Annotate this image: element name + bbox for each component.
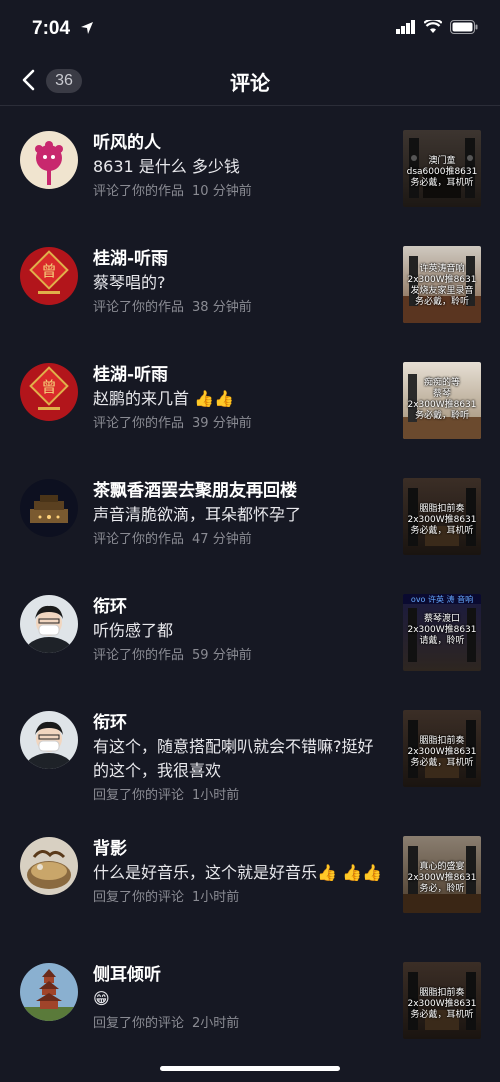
- thumbs-up-icon: 👍: [317, 863, 337, 882]
- avatar[interactable]: [20, 963, 78, 1021]
- comment-list: 听风的人 8631 是什么 多少钱 评论了你的作品 10 分钟前 澳门童 dsa6…: [0, 107, 500, 1055]
- video-thumbnail[interactable]: 澳门童 dsa6000推8631 务必戴，耳机听: [403, 130, 481, 207]
- list-item[interactable]: 衔环 听伤感了都 评论了你的作品 59 分钟前 ovo 许英 涛 音响 蔡琴渡口 …: [0, 571, 500, 687]
- action-text: 评论了你的作品: [93, 184, 185, 199]
- video-thumbnail[interactable]: 胭脂扣前奏 2x300W推8631 务必戴，耳机听: [403, 478, 481, 555]
- avatar[interactable]: [20, 711, 78, 769]
- timestamp: 39 分钟前: [192, 416, 252, 431]
- comment-text: 有这个，随意搭配喇叭就会不错嘛?挺好的这个，我很喜欢: [93, 737, 374, 780]
- username[interactable]: 侧耳倾听: [93, 963, 388, 987]
- comment-text: 声音清脆欲滴，耳朵都怀孕了: [93, 505, 302, 524]
- username[interactable]: 听风的人: [93, 131, 388, 155]
- video-thumbnail[interactable]: ovo 许英 涛 音响 蔡琴渡口 2x300W推8631 请戴，聆听: [403, 594, 481, 671]
- username[interactable]: 衔环: [93, 595, 388, 619]
- page-title: 评论: [230, 71, 270, 95]
- thumbs-up-icon: 👍: [194, 389, 215, 408]
- video-thumbnail[interactable]: 痴痴的等 蔡琴 2x300W推8631 务必戴，聆听: [403, 362, 481, 439]
- status-time: 7:04: [32, 18, 71, 39]
- username[interactable]: 茶飘香酒罢去聚朋友再回楼: [93, 479, 388, 503]
- timestamp: 59 分钟前: [192, 648, 252, 663]
- comment-text: 蔡琴唱的?: [93, 273, 166, 292]
- thumbs-up-icon: 👍: [214, 389, 234, 408]
- avatar[interactable]: [20, 131, 78, 189]
- list-item[interactable]: 侧耳倾听 😁 回复了你的评论 2小时前 胭脂扣前奏 2x300W推8631 务必戴…: [0, 939, 500, 1055]
- location-arrow-icon: [81, 22, 93, 34]
- thumbnail-caption: 真心的盛宴 2x300W推8631 务必，聆听: [407, 862, 477, 894]
- list-item[interactable]: 曾 桂湖-听雨 蔡琴唱的? 评论了你的作品 38 分钟前 许英涛音响 2x300W…: [0, 223, 500, 339]
- username[interactable]: 桂湖-听雨: [93, 363, 388, 387]
- username[interactable]: 桂湖-听雨: [93, 247, 388, 271]
- list-item[interactable]: 听风的人 8631 是什么 多少钱 评论了你的作品 10 分钟前 澳门童 dsa6…: [0, 107, 500, 223]
- thumbnail-caption: 痴痴的等 蔡琴 2x300W推8631 务必戴，聆听: [407, 378, 477, 421]
- svg-text:曾: 曾: [41, 262, 56, 280]
- battery-icon: [450, 20, 478, 34]
- video-thumbnail[interactable]: 许英涛音响 2x300W推8631 发烧友家里录音 务必戴，聆听: [403, 246, 481, 323]
- username[interactable]: 衔环: [93, 711, 388, 735]
- header: 36 评论: [0, 56, 500, 106]
- avatar[interactable]: [20, 837, 78, 895]
- timestamp: 38 分钟前: [192, 300, 252, 315]
- status-bar: 7:04: [0, 0, 500, 56]
- video-thumbnail[interactable]: 真心的盛宴 2x300W推8631 务必，聆听: [403, 836, 481, 913]
- avatar[interactable]: [20, 595, 78, 653]
- thumbs-up-icon: 👍: [342, 863, 362, 882]
- action-text: 评论了你的作品: [93, 648, 185, 663]
- action-text: 评论了你的作品: [93, 532, 185, 547]
- svg-text:ovo 许英 涛 音响: ovo 许英 涛 音响: [411, 594, 473, 604]
- home-indicator[interactable]: [160, 1066, 340, 1071]
- avatar[interactable]: 曾: [20, 247, 78, 305]
- comment-text: 😁: [93, 989, 110, 1008]
- thumbnail-caption: 蔡琴渡口 2x300W推8631 请戴，聆听: [407, 614, 477, 646]
- thumbnail-caption: 胭脂扣前奏 2x300W推8631 务必戴，耳机听: [407, 988, 477, 1020]
- comment-text: 8631 是什么 多少钱: [93, 157, 240, 176]
- comment-text: 什么是好音乐，这个就是好音乐: [93, 863, 318, 882]
- list-item[interactable]: 背影 什么是好音乐，这个就是好音乐👍 👍👍 回复了你的评论 1小时前 真心的盛宴 …: [0, 813, 500, 939]
- list-item[interactable]: 衔环 有这个，随意搭配喇叭就会不错嘛?挺好的这个，我很喜欢 回复了你的评论 1小时…: [0, 687, 500, 813]
- timestamp: 47 分钟前: [192, 532, 252, 547]
- action-text: 回复了你的评论: [93, 788, 185, 803]
- thumbnail-caption: 胭脂扣前奏 2x300W推8631 务必戴，耳机听: [407, 504, 477, 536]
- thumbs-up-icon: 👍: [361, 863, 382, 882]
- action-text: 回复了你的评论: [93, 1016, 185, 1031]
- action-text: 回复了你的评论: [93, 890, 185, 905]
- thumbnail-caption: 胭脂扣前奏 2x300W推8631 务必戴，耳机听: [407, 736, 477, 768]
- timestamp: 1小时前: [192, 890, 240, 905]
- signal-icon: [396, 20, 415, 34]
- list-item[interactable]: 曾 桂湖-听雨 赵鹏的来几首 👍👍 评论了你的作品 39 分钟前 痴痴的等 蔡琴 …: [0, 339, 500, 455]
- timestamp: 10 分钟前: [192, 184, 252, 199]
- avatar[interactable]: 曾: [20, 363, 78, 421]
- comment-text: 赵鹏的来几首: [93, 389, 190, 408]
- video-thumbnail[interactable]: 胭脂扣前奏 2x300W推8631 务必戴，耳机听: [403, 710, 481, 787]
- username[interactable]: 背影: [93, 837, 388, 861]
- svg-text:曾: 曾: [41, 378, 56, 396]
- avatar[interactable]: [20, 479, 78, 537]
- timestamp: 2小时前: [192, 1016, 240, 1031]
- timestamp: 1小时前: [192, 788, 240, 803]
- action-text: 评论了你的作品: [93, 300, 185, 315]
- wifi-icon: [424, 20, 442, 33]
- thumbnail-caption: 澳门童 dsa6000推8631 务必戴，耳机听: [406, 156, 478, 188]
- thumbnail-caption: 许英涛音响 2x300W推8631 发烧友家里录音 务必戴，聆听: [407, 264, 477, 307]
- comment-text: 听伤感了都: [93, 621, 174, 640]
- action-text: 评论了你的作品: [93, 416, 185, 431]
- list-item[interactable]: 茶飘香酒罢去聚朋友再回楼 声音清脆欲滴，耳朵都怀孕了 评论了你的作品 47 分钟前…: [0, 455, 500, 571]
- video-thumbnail[interactable]: 胭脂扣前奏 2x300W推8631 务必戴，耳机听: [403, 962, 481, 1039]
